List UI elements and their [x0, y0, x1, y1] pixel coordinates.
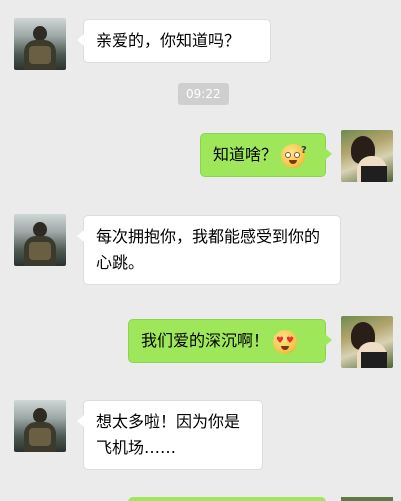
- confused-face-icon: ?: [281, 143, 307, 168]
- message-text: 想太多啦！因为你是飞机场……: [96, 412, 241, 457]
- avatar-top: [361, 166, 387, 182]
- avatar-backpack: [29, 242, 51, 260]
- contact-avatar[interactable]: [14, 400, 66, 452]
- self-avatar[interactable]: [341, 316, 393, 368]
- avatar-head: [33, 222, 47, 237]
- message-text: 我们爱的深沉啊！: [141, 331, 270, 350]
- avatar-head: [33, 408, 47, 423]
- avatar-top: [361, 352, 387, 368]
- message-bubble-incoming[interactable]: 想太多啦！因为你是飞机场……: [77, 400, 263, 470]
- heart-eyes-face-icon: ♥ ♥: [273, 329, 298, 354]
- self-avatar-partial[interactable]: [341, 497, 393, 501]
- self-avatar[interactable]: [341, 130, 393, 182]
- message-bubble-incoming[interactable]: 每次拥抱你，我都能感受到你的心跳。: [77, 215, 341, 285]
- chat-area: 亲爱的，你知道吗？ 09:22 知道啥？? 每次拥抱你，我都能感受到你的心跳。 …: [0, 0, 401, 501]
- avatar-head: [33, 26, 47, 41]
- contact-avatar[interactable]: [14, 18, 66, 70]
- message-text: 每次拥抱你，我都能感受到你的心跳。: [96, 227, 321, 272]
- timestamp-label: 09:22: [178, 83, 229, 105]
- message-text: 亲爱的，你知道吗？: [96, 31, 241, 50]
- message-bubble-incoming[interactable]: 亲爱的，你知道吗？: [77, 19, 271, 63]
- message-bubble-outgoing[interactable]: 我们爱的深沉啊！ ♥ ♥: [128, 319, 332, 363]
- message-bubble-outgoing[interactable]: 知道啥？?: [200, 133, 332, 177]
- message-bubble-outgoing-partial[interactable]: [128, 497, 326, 501]
- avatar-backpack: [29, 46, 51, 64]
- avatar-backpack: [29, 428, 51, 446]
- message-text: 知道啥？: [213, 145, 278, 164]
- contact-avatar[interactable]: [14, 214, 66, 266]
